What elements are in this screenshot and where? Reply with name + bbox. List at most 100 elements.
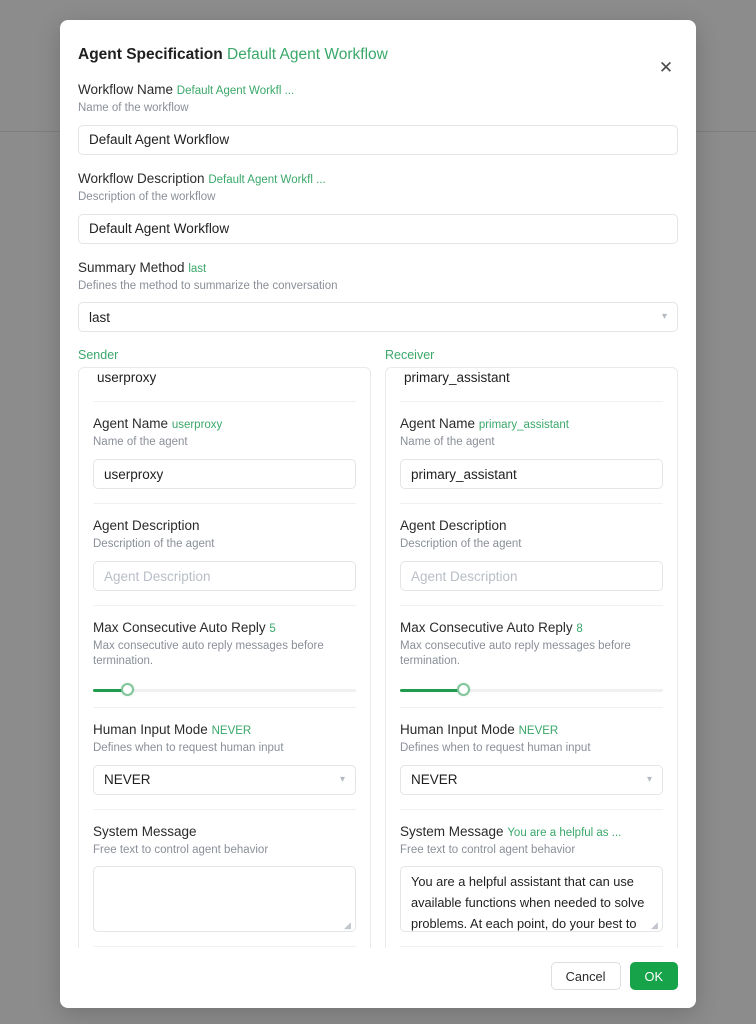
receiver-system-message-value-hint: You are a helpful as ... bbox=[507, 826, 622, 839]
receiver-agent-description-input[interactable]: Agent Description bbox=[400, 561, 663, 592]
receiver-sep-4 bbox=[400, 808, 663, 810]
receiver-human-input-mode-label-text: Human Input Mode bbox=[400, 721, 515, 737]
sender-agent-name-label: Agent Name userproxy bbox=[93, 416, 356, 433]
resize-grip-icon[interactable]: ◢ bbox=[344, 921, 353, 930]
workflow-name-label: Workflow Name Default Agent Workfl ... bbox=[78, 82, 678, 99]
sender-system-message-label-text: System Message bbox=[93, 823, 197, 839]
receiver-sep-5 bbox=[400, 946, 663, 948]
sender-field-max-auto-reply: Max Consecutive Auto Reply 5 Max consecu… bbox=[93, 620, 356, 707]
sender-heading: Sender bbox=[78, 348, 119, 363]
sender-human-input-mode-value: NEVER bbox=[104, 772, 151, 788]
receiver-agent-name-input[interactable]: primary_assistant bbox=[400, 459, 663, 490]
receiver-agent-name-help: Name of the agent bbox=[400, 436, 495, 449]
receiver-sep-0 bbox=[400, 401, 663, 403]
cancel-button[interactable]: Cancel bbox=[550, 962, 621, 990]
sender-agent-description-input[interactable]: Agent Description bbox=[93, 561, 356, 592]
receiver-field-human-input-mode: Human Input Mode NEVER Defines when to r… bbox=[400, 722, 663, 809]
sender-system-message-help: Free text to control agent behavior bbox=[93, 843, 269, 856]
sender-human-input-mode-label-text: Human Input Mode bbox=[93, 721, 208, 737]
field-workflow-name: Workflow Name Default Agent Workfl ... N… bbox=[78, 82, 678, 155]
sender-agent-name-value-hint: userproxy bbox=[171, 419, 223, 432]
chevron-down-icon: ▾ bbox=[661, 311, 667, 323]
modal-title-accent: Default Agent Workflow bbox=[227, 46, 388, 63]
sender-system-message-textarea[interactable]: ◢ bbox=[93, 866, 356, 933]
sender-card-inner: userproxy Agent Name userproxy Name of t… bbox=[79, 368, 370, 948]
receiver-human-input-mode-value: NEVER bbox=[411, 772, 458, 788]
sender-sep-0 bbox=[93, 401, 356, 403]
receiver-field-agent-description: Agent Description Description of the age… bbox=[400, 518, 663, 605]
chevron-down-icon: ▾ bbox=[339, 773, 345, 785]
receiver-agent-description-label-text: Agent Description bbox=[400, 518, 507, 534]
receiver-agent-description-label: Agent Description bbox=[400, 518, 663, 535]
summary-method-label: Summary Method last bbox=[78, 260, 678, 277]
receiver-sep-2 bbox=[400, 605, 663, 607]
receiver-human-input-mode-value-hint: NEVER bbox=[518, 724, 559, 737]
close-icon[interactable]: ✕ bbox=[646, 47, 686, 87]
sender-human-input-mode-value-hint: NEVER bbox=[211, 724, 252, 737]
modal-body: Agent Specification Default Agent Workfl… bbox=[60, 20, 696, 948]
sender-max-auto-reply-slider[interactable] bbox=[93, 682, 356, 697]
summary-method-help: Defines the method to summarize the conv… bbox=[78, 279, 338, 292]
chevron-down-icon: ▾ bbox=[646, 773, 652, 785]
receiver-field-max-auto-reply: Max Consecutive Auto Reply 8 Max consecu… bbox=[400, 620, 663, 707]
sender-human-input-mode-label: Human Input Mode NEVER bbox=[93, 722, 356, 739]
workflow-description-label: Workflow Description Default Agent Workf… bbox=[78, 171, 678, 188]
summary-method-select[interactable]: last ▾ bbox=[78, 302, 678, 333]
receiver-system-message-help: Free text to control agent behavior bbox=[400, 843, 576, 856]
receiver-max-auto-reply-slider[interactable] bbox=[400, 682, 663, 697]
sender-human-input-mode-help: Defines when to request human input bbox=[93, 741, 284, 754]
resize-grip-icon[interactable]: ◢ bbox=[651, 921, 660, 930]
receiver-agent-name-label-text: Agent Name bbox=[400, 416, 476, 432]
workflow-name-input[interactable]: Default Agent Workflow bbox=[78, 124, 678, 155]
summary-method-value-hint: last bbox=[188, 262, 207, 275]
workflow-description-label-text: Workflow Description bbox=[78, 170, 205, 186]
receiver-card-title: primary_assistant bbox=[404, 370, 510, 386]
receiver-human-input-mode-label: Human Input Mode NEVER bbox=[400, 722, 663, 739]
sender-sep-3 bbox=[93, 706, 356, 708]
receiver-sep-3 bbox=[400, 706, 663, 708]
receiver-agent-card: primary_assistant Agent Name primary_ass… bbox=[385, 367, 678, 948]
sender-agent-description-label: Agent Description bbox=[93, 518, 356, 535]
page-title: Agent Specification Default Agent Workfl… bbox=[78, 38, 678, 64]
receiver-system-message-value: You are a helpful assistant that can use… bbox=[411, 874, 645, 931]
sender-field-agent-name: Agent Name userproxy Name of the agent u… bbox=[93, 416, 356, 503]
sender-field-system-message: System Message Free text to control agen… bbox=[93, 824, 356, 947]
sender-column: Sender userproxy Agent Name userproxy Na… bbox=[78, 348, 371, 948]
workflow-name-label-text: Workflow Name bbox=[78, 82, 174, 97]
workflow-description-help: Description of the workflow bbox=[78, 190, 216, 203]
receiver-human-input-mode-select[interactable]: NEVER ▾ bbox=[400, 764, 663, 795]
sender-sep-5 bbox=[93, 946, 356, 948]
sender-card-title: userproxy bbox=[97, 370, 157, 386]
workflow-name-help: Name of the workflow bbox=[78, 101, 189, 114]
receiver-max-auto-reply-label-text: Max Consecutive Auto Reply bbox=[400, 620, 573, 636]
sender-field-agent-description: Agent Description Description of the age… bbox=[93, 518, 356, 605]
sender-agent-name-input[interactable]: userproxy bbox=[93, 459, 356, 490]
agent-columns: Sender userproxy Agent Name userproxy Na… bbox=[78, 348, 678, 948]
receiver-agent-description-help: Description of the agent bbox=[400, 538, 522, 551]
receiver-system-message-textarea[interactable]: You are a helpful assistant that can use… bbox=[400, 866, 663, 933]
ok-button[interactable]: OK bbox=[629, 962, 678, 990]
receiver-card-inner: primary_assistant Agent Name primary_ass… bbox=[386, 368, 677, 948]
sender-max-auto-reply-help: Max consecutive auto reply messages befo… bbox=[93, 639, 324, 667]
workflow-name-value-hint: Default Agent Workfl ... bbox=[176, 85, 295, 97]
slider-fill bbox=[400, 688, 464, 692]
receiver-max-auto-reply-help: Max consecutive auto reply messages befo… bbox=[400, 639, 631, 667]
field-summary-method: Summary Method last Defines the method t… bbox=[78, 260, 678, 333]
sender-max-auto-reply-label: Max Consecutive Auto Reply 5 bbox=[93, 620, 356, 637]
sender-agent-description-help: Description of the agent bbox=[93, 538, 215, 551]
receiver-max-auto-reply-value-hint: 8 bbox=[576, 623, 583, 636]
slider-handle[interactable] bbox=[121, 682, 135, 696]
sender-field-human-input-mode: Human Input Mode NEVER Defines when to r… bbox=[93, 722, 356, 809]
workflow-description-input[interactable]: Default Agent Workflow bbox=[78, 213, 678, 244]
receiver-field-system-message: System Message You are a helpful as ... … bbox=[400, 824, 663, 947]
screen: ✕ Agent Specification Default Agent Work… bbox=[0, 0, 756, 1024]
workflow-description-value-hint: Default Agent Workfl ... bbox=[208, 173, 326, 186]
slider-handle[interactable] bbox=[457, 682, 471, 696]
sender-sep-4 bbox=[93, 808, 356, 810]
modal-title-text: Agent Specification bbox=[78, 46, 223, 63]
sender-agent-name-help: Name of the agent bbox=[93, 436, 188, 449]
modal-footer: Cancel OK bbox=[60, 948, 696, 1008]
sender-system-message-label: System Message bbox=[93, 824, 356, 841]
sender-max-auto-reply-value-hint: 5 bbox=[269, 623, 276, 636]
sender-human-input-mode-select[interactable]: NEVER ▾ bbox=[93, 764, 356, 795]
